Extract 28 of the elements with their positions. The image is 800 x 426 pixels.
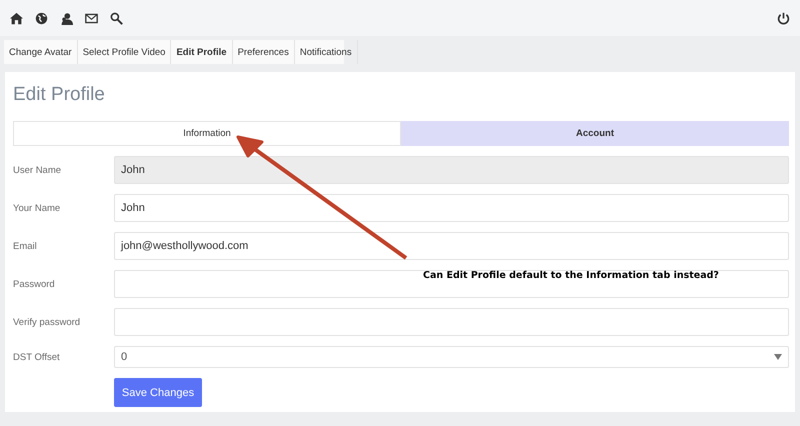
- select-field[interactable]: 0: [114, 346, 789, 368]
- annotation-note: Can Edit Profile default to the Information tab instead?: [423, 270, 719, 281]
- field-label: DST Offset: [13, 352, 61, 362]
- field-label: User Name: [13, 164, 62, 176]
- nav-tab[interactable]: Notifications: [294, 40, 358, 64]
- field-label: Verify password: [13, 316, 82, 328]
- section-tab[interactable]: Information: [13, 121, 401, 146]
- input-field[interactable]: [114, 308, 789, 336]
- page-title: Edit Profile: [13, 84, 106, 106]
- input-field[interactable]: John: [114, 194, 789, 222]
- field-label: Password: [13, 278, 56, 290]
- nav-tab[interactable]: Preferences: [232, 40, 295, 64]
- input-field[interactable]: [114, 270, 789, 298]
- field-label: Email: [13, 240, 38, 252]
- nav-tab[interactable]: Edit Profile: [171, 40, 233, 64]
- envelope-icon[interactable]: [85, 12, 98, 24]
- save-button[interactable]: Save Changes: [114, 378, 202, 407]
- globe-icon[interactable]: [35, 12, 48, 24]
- input-field[interactable]: john@westhollywood.com: [114, 232, 789, 260]
- section-tab[interactable]: Account: [401, 121, 789, 146]
- power-icon[interactable]: [777, 12, 790, 24]
- search-icon[interactable]: [110, 12, 123, 24]
- user-icon[interactable]: [60, 12, 73, 24]
- nav-tab[interactable]: Select Profile Video: [78, 40, 172, 64]
- home-icon[interactable]: [10, 12, 23, 24]
- field-label: Your Name: [13, 202, 62, 214]
- caret-icon: [774, 354, 782, 360]
- nav-tab[interactable]: Change Avatar: [4, 40, 78, 64]
